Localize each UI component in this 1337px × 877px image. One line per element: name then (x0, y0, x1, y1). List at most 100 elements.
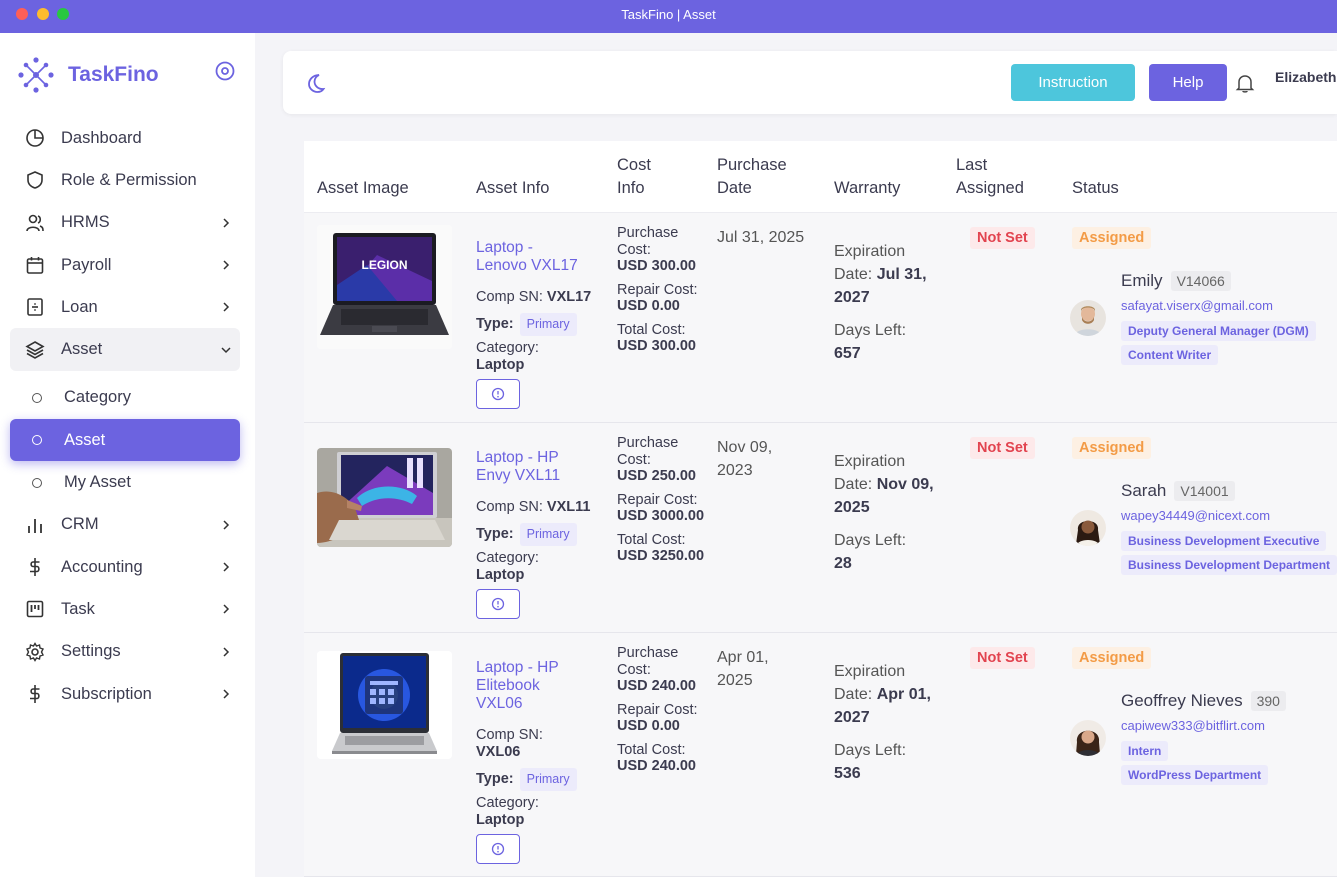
type-badge: Primary (519, 313, 577, 336)
sidebar-item-label: Dashboard (61, 128, 142, 147)
dollar-icon (25, 557, 45, 577)
comp-sn: Comp SN: VXL11 (476, 499, 591, 515)
info-icon (491, 597, 505, 611)
department-tag: Content Writer (1121, 345, 1219, 365)
employee-email[interactable]: capiwew333@bitflirt.com (1121, 718, 1265, 733)
chevron-right-icon (223, 302, 230, 312)
users-icon (25, 213, 45, 233)
table-header: Asset Image Asset Info Cost Info Purchase… (304, 141, 1337, 213)
sidebar-item-label: Accounting (61, 557, 143, 576)
column-asset-info: Asset Info (476, 179, 550, 197)
sidebar-item-label: Settings (61, 642, 121, 661)
help-button[interactable]: Help (1149, 64, 1227, 101)
department-tag: Business Development Department (1121, 555, 1337, 575)
svg-text:LEGION: LEGION (361, 258, 407, 272)
asset-type: Type: Primary (476, 523, 601, 546)
sidebar-item-settings[interactable]: Settings (10, 631, 240, 673)
asset-title-link[interactable]: Laptop - HP Envy VXL11 (476, 449, 596, 485)
dollar-icon (25, 684, 45, 704)
info-button[interactable] (476, 589, 520, 619)
brand[interactable]: TaskFino (17, 55, 159, 95)
sidebar-item-hrms[interactable]: HRMS (10, 202, 240, 244)
info-button[interactable] (476, 379, 520, 409)
chevron-down-icon (221, 347, 231, 353)
sidebar-item-asset-list[interactable]: Asset (10, 419, 240, 462)
sidebar-item-crm[interactable]: CRM (10, 504, 240, 546)
sidebar-item-accounting[interactable]: Accounting (10, 546, 240, 588)
layers-icon (25, 340, 45, 360)
brand-name: TaskFino (68, 63, 159, 86)
employee-email[interactable]: wapey34449@nicext.com (1121, 508, 1270, 523)
info-icon (491, 842, 505, 856)
sidebar-item-label: Loan (61, 297, 98, 316)
sidebar-item-role-permission[interactable]: Role & Permission (10, 159, 240, 201)
sidebar-item-dashboard[interactable]: Dashboard (10, 117, 240, 159)
asset-category: Category: Laptop (476, 550, 539, 583)
sidebar-nav: Dashboard Role & Permission HRMS Payroll (10, 117, 240, 715)
column-warranty: Warranty (834, 179, 901, 197)
asset-image-hp-envy[interactable] (317, 448, 452, 547)
asset-category: Category: Laptop (476, 795, 539, 828)
sidebar-toggle-icon[interactable] (214, 60, 236, 82)
sidebar-item-category[interactable]: Category (10, 377, 240, 419)
employee-email[interactable]: safayat.viserx@gmail.com (1121, 298, 1273, 313)
avatar[interactable] (1070, 300, 1106, 336)
sidebar-item-label: Task (61, 599, 95, 618)
warranty-info: Expiration Date: Nov 09, 2025 Days Left:… (834, 453, 934, 572)
sidebar-item-asset[interactable]: Asset (10, 328, 240, 371)
status-badge: Assigned (1072, 437, 1152, 459)
designation-tag: Business Development Executive (1121, 531, 1327, 551)
column-purchase-date: Purchase Date (717, 156, 787, 197)
asset-image-hp-elitebook[interactable] (317, 651, 452, 759)
asset-image-lenovo[interactable]: LEGION (317, 225, 452, 349)
info-button[interactable] (476, 834, 520, 864)
table-row: Laptop - HP Elitebook VXL06 Comp SN: VXL06 … (304, 633, 1337, 877)
sidebar-item-my-asset[interactable]: My Asset (10, 461, 240, 503)
sidebar-item-label: Asset (61, 340, 103, 359)
last-assigned-badge: Not Set (970, 647, 1035, 669)
asset-category: Category: Laptop (476, 340, 539, 373)
shield-icon (25, 170, 45, 190)
employee-name[interactable]: Emily V14066 (1121, 271, 1231, 291)
circle-bullet-icon (32, 392, 42, 403)
purchase-date: Nov 09, 2023 (717, 439, 773, 479)
column-last-assigned: Last Assigned (956, 156, 1024, 197)
user-name[interactable]: Elizabeth (1275, 69, 1337, 85)
chevron-right-icon (223, 689, 230, 699)
status-badge: Assigned (1072, 647, 1152, 669)
sidebar-item-loan[interactable]: Loan (10, 286, 240, 328)
sidebar-item-label: Payroll (61, 255, 112, 274)
comp-sn: Comp SN: VXL17 (476, 289, 592, 305)
employee-name[interactable]: Sarah V14001 (1121, 481, 1235, 501)
sidebar-item-task[interactable]: Task (10, 588, 240, 630)
instruction-button[interactable]: Instruction (1011, 64, 1135, 101)
column-asset-image: Asset Image (317, 179, 409, 197)
comp-sn: Comp SN: VXL06 (476, 727, 543, 760)
purchase-date: Jul 31, 2025 (717, 229, 805, 246)
type-badge: Primary (519, 523, 577, 546)
employee-code: 390 (1250, 691, 1286, 711)
asset-title-link[interactable]: Laptop - HP Elitebook VXL06 (476, 659, 596, 713)
employee-code: V14066 (1170, 271, 1231, 291)
warranty-info: Expiration Date: Apr 01, 2027 Days Left:… (834, 663, 931, 782)
asset-title-link[interactable]: Laptop - Lenovo VXL17 (476, 239, 596, 275)
avatar[interactable] (1070, 720, 1106, 756)
avatar[interactable] (1070, 510, 1106, 546)
column-status: Status (1072, 179, 1119, 197)
sidebar-item-label: My Asset (64, 473, 131, 492)
asset-type: Type: Primary (476, 768, 601, 791)
sidebar-item-payroll[interactable]: Payroll (10, 244, 240, 286)
gear-icon (25, 641, 45, 662)
window-title: TaskFino | Asset (621, 7, 716, 22)
sidebar-item-subscription[interactable]: Subscription (10, 673, 240, 715)
circle-bullet-icon (32, 477, 42, 488)
bell-icon[interactable] (1234, 72, 1256, 94)
chevron-right-icon (223, 520, 230, 530)
sidebar-item-label: Role & Permission (61, 170, 197, 189)
asset-table: Asset Image Asset Info Cost Info Purchase… (304, 141, 1337, 877)
chevron-right-icon (223, 604, 230, 614)
type-badge: Primary (519, 768, 577, 791)
moon-icon[interactable] (304, 72, 326, 94)
sidebar-item-label: Category (64, 388, 131, 407)
employee-name[interactable]: Geoffrey Nieves 390 (1121, 691, 1286, 711)
